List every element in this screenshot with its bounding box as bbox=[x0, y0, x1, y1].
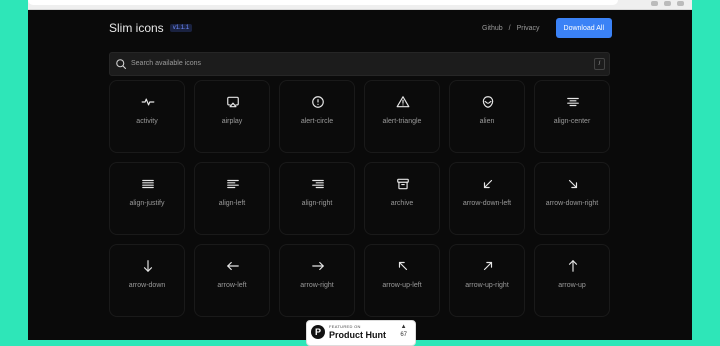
icon-card-align-justify[interactable]: align-justify bbox=[109, 162, 185, 235]
icon-label: align-justify bbox=[129, 200, 165, 207]
browser-bar bbox=[28, 0, 692, 10]
alien-icon bbox=[481, 95, 495, 109]
search-shortcut-key: / bbox=[594, 58, 605, 70]
airplay-icon bbox=[226, 95, 240, 109]
align-right-icon bbox=[311, 177, 325, 191]
icon-grid: activity airplay alert-circle alert-triangl… bbox=[109, 80, 613, 317]
icon-card-align-center[interactable]: align-center bbox=[534, 80, 610, 153]
arrow-up-right-icon bbox=[481, 259, 495, 273]
icon-label: airplay bbox=[221, 118, 243, 125]
arrow-down-icon bbox=[141, 259, 155, 273]
align-left-icon bbox=[226, 177, 240, 191]
alert-circle-icon bbox=[311, 95, 325, 109]
icon-label: alert-triangle bbox=[382, 118, 422, 125]
version-badge: v1.1.1 bbox=[169, 24, 193, 32]
arrow-down-right-icon bbox=[566, 177, 580, 191]
icon-label: alert-circle bbox=[300, 118, 334, 125]
product-hunt-badge[interactable]: P FEATURED ON Product Hunt ▲ 67 bbox=[306, 320, 416, 346]
upvote-icon: ▲ bbox=[400, 324, 407, 330]
site-header: Slim icons v1.1.1 Github / Privacy Downl… bbox=[109, 18, 612, 40]
align-justify-icon bbox=[141, 177, 155, 191]
icon-label: arrow-up-left bbox=[382, 282, 422, 289]
icon-label: arrow-up-right bbox=[465, 282, 509, 289]
browser-control[interactable] bbox=[677, 1, 684, 6]
arrow-up-left-icon bbox=[396, 259, 410, 273]
icon-card-arrow-left[interactable]: arrow-left bbox=[194, 244, 270, 317]
browser-control[interactable] bbox=[651, 1, 658, 6]
icon-label: arrow-down-right bbox=[545, 200, 599, 207]
icon-card-activity[interactable]: activity bbox=[109, 80, 185, 153]
arrow-down-left-icon bbox=[481, 177, 495, 191]
product-hunt-votes: ▲ 67 bbox=[400, 323, 407, 339]
icon-label: arrow-left bbox=[217, 282, 247, 289]
icon-card-arrow-down-left[interactable]: arrow-down-left bbox=[449, 162, 525, 235]
icon-card-arrow-up[interactable]: arrow-up bbox=[534, 244, 610, 317]
icon-card-align-right[interactable]: align-right bbox=[279, 162, 355, 235]
top-nav: Github / Privacy Download All bbox=[482, 18, 612, 38]
privacy-link[interactable]: Privacy bbox=[517, 25, 540, 32]
alert-triangle-icon bbox=[396, 95, 410, 109]
arrow-left-icon bbox=[226, 259, 240, 273]
icon-label: arrow-down-left bbox=[462, 200, 512, 207]
align-center-icon bbox=[566, 95, 580, 109]
activity-icon bbox=[141, 95, 155, 109]
icon-card-arrow-down-right[interactable]: arrow-down-right bbox=[534, 162, 610, 235]
icon-card-arrow-right[interactable]: arrow-right bbox=[279, 244, 355, 317]
icon-label: alien bbox=[479, 118, 495, 125]
arrow-up-icon bbox=[566, 259, 580, 273]
address-bar[interactable] bbox=[28, 0, 618, 5]
icon-card-arrow-up-right[interactable]: arrow-up-right bbox=[449, 244, 525, 317]
product-hunt-name: Product Hunt bbox=[329, 330, 386, 340]
archive-icon bbox=[396, 177, 410, 191]
icon-label: arrow-right bbox=[300, 282, 334, 289]
brand: Slim icons v1.1.1 bbox=[109, 21, 193, 35]
icon-card-alert-triangle[interactable]: alert-triangle bbox=[364, 80, 440, 153]
icon-card-airplay[interactable]: airplay bbox=[194, 80, 270, 153]
icon-label: align-center bbox=[553, 118, 591, 125]
icon-card-arrow-down[interactable]: arrow-down bbox=[109, 244, 185, 317]
vote-count: 67 bbox=[400, 332, 407, 338]
icon-label: arrow-down bbox=[128, 282, 166, 289]
github-link[interactable]: Github bbox=[482, 25, 503, 32]
icon-card-archive[interactable]: archive bbox=[364, 162, 440, 235]
icon-label: align-left bbox=[218, 200, 246, 207]
browser-window: Slim icons v1.1.1 Github / Privacy Downl… bbox=[28, 0, 692, 340]
download-all-button[interactable]: Download All bbox=[555, 18, 612, 38]
icon-card-alien[interactable]: alien bbox=[449, 80, 525, 153]
product-hunt-logo: P bbox=[311, 325, 325, 339]
icon-label: archive bbox=[390, 200, 414, 207]
icon-card-alert-circle[interactable]: alert-circle bbox=[279, 80, 355, 153]
browser-control[interactable] bbox=[664, 1, 671, 6]
search-bar[interactable]: Search available icons / bbox=[109, 52, 610, 76]
icon-card-arrow-up-left[interactable]: arrow-up-left bbox=[364, 244, 440, 317]
icon-label: activity bbox=[136, 118, 158, 125]
search-icon bbox=[115, 57, 127, 75]
nav-separator: / bbox=[508, 24, 511, 32]
arrow-right-icon bbox=[311, 259, 325, 273]
site-title[interactable]: Slim icons bbox=[109, 21, 164, 35]
search-input[interactable]: Search available icons bbox=[131, 60, 201, 67]
icon-label: align-right bbox=[301, 200, 333, 207]
product-hunt-featured-label: FEATURED ON bbox=[329, 324, 361, 329]
icon-card-align-left[interactable]: align-left bbox=[194, 162, 270, 235]
icon-label: arrow-up bbox=[558, 282, 586, 289]
